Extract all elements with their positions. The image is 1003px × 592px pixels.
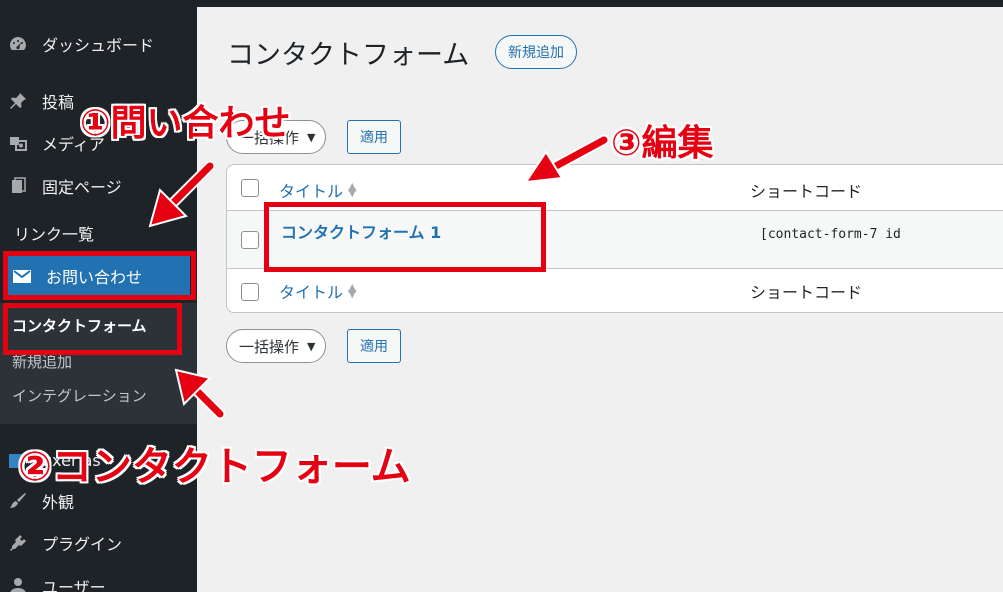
page-icon — [8, 176, 28, 196]
sidebar-item-label: ユーザー — [42, 578, 106, 592]
annotation-step3: ③編集 — [611, 123, 714, 164]
select-all-checkbox-footer[interactable] — [241, 283, 259, 301]
submenu-integration[interactable]: インテグレーション — [12, 385, 147, 406]
highlight-contact-menu — [3, 251, 196, 300]
chevron-down-icon: ▼ — [307, 339, 316, 353]
add-new-button[interactable]: 新規追加 — [495, 35, 577, 69]
table-footer-row: タイトル ▲ ▼ ショートコード — [227, 268, 1003, 312]
media-icon — [8, 133, 28, 153]
plugin-icon — [8, 533, 28, 553]
brush-icon — [8, 491, 28, 511]
bulk-action-select-bottom[interactable]: 一括操作 ▼ — [226, 329, 327, 363]
sidebar-item-label: 固定ページ — [42, 178, 122, 197]
sidebar-item-label: プラグイン — [42, 535, 123, 554]
column-title-footer[interactable]: タイトル ▲ ▼ — [279, 279, 356, 303]
chevron-down-icon: ▼ — [307, 130, 316, 144]
highlight-contact-forms-submenu — [3, 303, 182, 355]
apply-button-bottom[interactable]: 適用 — [347, 329, 401, 363]
column-title-header[interactable]: タイトル ▲ ▼ — [279, 178, 356, 202]
highlight-form-title — [264, 202, 546, 272]
sidebar-item-label: 外観 — [42, 493, 75, 512]
select-all-checkbox[interactable] — [241, 179, 259, 197]
annotation-step1: ①問い合わせ — [80, 103, 291, 144]
pin-icon — [8, 91, 28, 111]
sort-icon: ▲ ▼ — [348, 281, 357, 300]
column-title-label: タイトル — [279, 283, 344, 302]
sidebar-item-plugins[interactable]: プラグイン — [0, 523, 197, 563]
column-shortcode-header: ショートコード — [750, 182, 863, 201]
arrow-to-form-title — [523, 134, 610, 184]
column-shortcode-footer: ショートコード — [750, 283, 863, 302]
bulk-action-label: 一括操作 — [239, 337, 300, 356]
shortcode-value: [contact-form-7 id — [760, 227, 901, 242]
apply-button-top[interactable]: 適用 — [347, 120, 401, 154]
dashboard-icon — [8, 34, 28, 54]
sidebar-item-label: 投稿 — [42, 93, 75, 112]
column-title-label: タイトル — [279, 182, 344, 201]
sort-icon: ▲ ▼ — [348, 180, 357, 199]
page-title: コンタクトフォーム — [227, 40, 470, 71]
main-content: コンタクトフォーム 新規追加 一括操作 ▼ 適用 タイトル ▲ ▼ ショートコード… — [197, 7, 1003, 592]
arrow-to-contact-menu — [148, 160, 216, 228]
sidebar-item-label: ダッシュボード — [42, 36, 155, 55]
sidebar-item-dashboard[interactable]: ダッシュボード — [0, 24, 197, 64]
sidebar-item-users[interactable]: ユーザー — [0, 566, 197, 592]
sidebar-item-links[interactable]: リンク一覧 — [14, 221, 94, 245]
row-checkbox[interactable] — [241, 231, 259, 249]
arrow-to-contact-forms — [174, 368, 226, 420]
user-icon — [8, 576, 28, 592]
annotation-step2: ②コンタクトフォーム — [18, 444, 411, 490]
